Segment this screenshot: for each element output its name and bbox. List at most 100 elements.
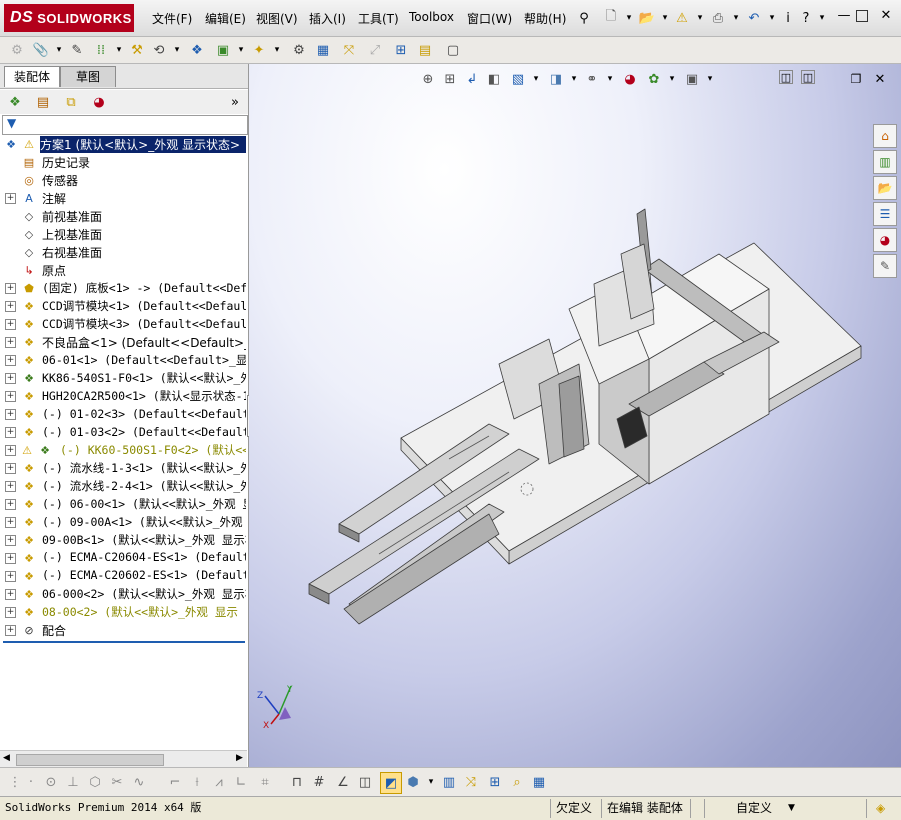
scroll-left-icon[interactable]: ◀	[3, 753, 10, 763]
tree-item[interactable]: + ❖ 不良品盒<1> (Default<<Default>_显示	[0, 333, 248, 351]
expand-node-icon[interactable]: +	[5, 391, 16, 402]
feature-manager-icon[interactable]: ❖	[6, 93, 24, 111]
tree-item[interactable]: + ❖ (-) 09-00A<1> (默认<<默认>_外观 显	[0, 513, 248, 531]
expand-node-icon[interactable]: +	[5, 553, 16, 564]
dropdown-arrow-icon[interactable]: ▾	[726, 8, 746, 28]
snapshot-icon[interactable]: ▢	[444, 41, 462, 59]
clip-icon[interactable]: ✎	[68, 41, 86, 59]
point-icon[interactable]: ·	[22, 773, 40, 791]
view-cube-icon[interactable]: ⬢	[404, 773, 422, 791]
select-icon[interactable]: i	[778, 8, 798, 28]
dropdown-arrow-icon[interactable]: ▾	[690, 8, 710, 28]
open-folder-icon[interactable]: 📂	[637, 8, 657, 28]
menu-edit[interactable]: 编辑(E)	[205, 10, 246, 27]
tree-filter-field[interactable]: ▼	[2, 115, 248, 135]
expand-node-icon[interactable]: +	[5, 589, 16, 600]
tree-item[interactable]: + ❖ (-) 01-02<3> (Default<<Default>_显	[0, 405, 248, 423]
tree-item[interactable]: + ⚠ ❖ (-) KK60-500S1-F0<2> (默认<<默认	[0, 441, 248, 459]
angle-icon[interactable]: ∠	[334, 773, 352, 791]
menu-window[interactable]: 窗口(W)	[467, 10, 512, 27]
close-icon[interactable]: ✕	[878, 8, 894, 24]
tab-assembly[interactable]: 装配体	[4, 66, 60, 87]
graphics-area[interactable]: ⊕ ⊞ ↲ ◧ ▧ ▾ ◨ ▾ ⚭ ▾ ◕ ✿ ▾ ▣ ▾ ◫ ◫ ❐ ✕ ⌂ …	[249, 64, 901, 767]
exploded-view-icon[interactable]: ⤧	[340, 41, 358, 59]
table-icon[interactable]: ▦	[530, 773, 548, 791]
expand-node-icon[interactable]: +	[5, 625, 16, 636]
tree-item[interactable]: ▤ 历史记录	[0, 153, 248, 171]
expand-node-icon[interactable]: +	[5, 409, 16, 420]
instant3d-icon[interactable]: ▤	[416, 41, 434, 59]
tree-item[interactable]: + ❖ 09-00B<1> (默认<<默认>_外观 显示状	[0, 531, 248, 549]
expand-node-icon[interactable]: +	[5, 535, 16, 546]
menu-help[interactable]: 帮助(H)	[524, 10, 566, 27]
tree-item[interactable]: ↳ 原点	[0, 261, 248, 279]
tree-item[interactable]: + ❖ (-) 06-00<1> (默认<<默认>_外观 显示	[0, 495, 248, 513]
expand-node-icon[interactable]: +	[5, 301, 16, 312]
mirror-icon[interactable]: ⟊	[188, 773, 206, 791]
menu-toolbox[interactable]: Toolbox	[409, 10, 454, 24]
expand-node-icon[interactable]: +	[5, 463, 16, 474]
shaded-cube-icon[interactable]: ◩	[380, 772, 402, 794]
grid-icon[interactable]: #	[310, 773, 328, 791]
reference-geometry-icon[interactable]: ✦	[250, 41, 268, 59]
dropdown-arrow-icon[interactable]: ▾	[812, 8, 832, 28]
expand-node-icon[interactable]: +	[5, 355, 16, 366]
menu-view[interactable]: 视图(V)	[256, 10, 298, 27]
dropdown-arrow-icon[interactable]: ▾	[619, 8, 639, 28]
tree-item[interactable]: ◇ 上视基准面	[0, 225, 248, 243]
dropdown-arrow-icon[interactable]: ▾	[168, 41, 186, 59]
tree-item[interactable]: + ❖ 06-000<2> (默认<<默认>_外观 显示状	[0, 585, 248, 603]
scroll-thumb[interactable]	[16, 754, 164, 766]
new-motion-study-icon[interactable]: ⚙	[290, 41, 308, 59]
move-component-icon[interactable]: ⟲	[150, 41, 168, 59]
expand-node-icon[interactable]: +	[5, 499, 16, 510]
menu-insert[interactable]: 插入(I)	[309, 10, 346, 27]
tree-item[interactable]: + ❖ KK86-540S1-F0<1> (默认<<默认>_外观	[0, 369, 248, 387]
expand-node-icon[interactable]: +	[5, 481, 16, 492]
lookup-icon[interactable]: ⌕	[508, 773, 526, 791]
tree-item[interactable]: + ❖ (-) 流水线-2-4<1> (默认<<默认>_外观	[0, 477, 248, 495]
mate-icon[interactable]: 📎	[32, 41, 50, 59]
show-hidden-icon[interactable]: ❖	[188, 41, 206, 59]
new-document-icon[interactable]: 🗋	[601, 8, 621, 28]
construction-line-icon[interactable]: ⌗	[256, 773, 274, 791]
print-icon[interactable]: ⎙	[708, 8, 728, 28]
expand-node-icon[interactable]: +	[5, 571, 16, 582]
tree-item[interactable]: + ❖ CCD调节模块<3> (Default<<Default>_	[0, 315, 248, 333]
tree-item[interactable]: + ❖ (-) ECMA-C20602-ES<1> (Default<<De	[0, 567, 248, 585]
units-selector[interactable]: 自定义	[736, 800, 772, 816]
tree-item[interactable]: + ❖ 08-00<2> (默认<<默认>_外观 显示	[0, 603, 248, 621]
dropdown-arrow-icon[interactable]: ▾	[232, 41, 250, 59]
sketch-fillet-icon[interactable]: ⌐	[166, 773, 184, 791]
book-icon[interactable]: ▥	[440, 773, 458, 791]
3d-box-icon[interactable]: ◫	[356, 773, 374, 791]
interference-icon[interactable]: ⊞	[392, 41, 410, 59]
tab-sketch[interactable]: 草图	[60, 66, 116, 87]
tag-icon[interactable]: ◈	[876, 800, 885, 816]
tree-item[interactable]: + ❖ HGH20CA2R500<1> (默认<显示状态-1>)	[0, 387, 248, 405]
expand-node-icon[interactable]: +	[5, 427, 16, 438]
assembly-features-icon[interactable]: ▣	[214, 41, 232, 59]
linear-pattern-icon[interactable]: ⁞⁞	[92, 41, 110, 59]
scroll-right-icon[interactable]: ▶	[236, 753, 243, 763]
tree-item[interactable]: + ❖ 06-01<1> (Default<<Default>_显示状	[0, 351, 248, 369]
tree-item[interactable]: + ❖ (-) ECMA-C20604-ES<1> (Default<<De	[0, 549, 248, 567]
display-manager-icon[interactable]: ◕	[90, 93, 108, 111]
expand-node-icon[interactable]: +	[5, 283, 16, 294]
rebuild-warning-icon[interactable]: ⚠	[672, 8, 692, 28]
tree-item[interactable]: ◇ 右视基准面	[0, 243, 248, 261]
tree-item[interactable]: + ❖ (-) 流水线-1-3<1> (默认<<默认>_外观	[0, 459, 248, 477]
dropdown-arrow-icon[interactable]: ▾	[110, 41, 128, 59]
menu-file[interactable]: 文件(F)	[152, 10, 192, 27]
spline-icon[interactable]: ∿	[130, 773, 148, 791]
expand-node-icon[interactable]: +	[5, 337, 16, 348]
units-dropdown-icon[interactable]: ▼	[788, 800, 795, 816]
property-manager-icon[interactable]: ▤	[34, 93, 52, 111]
tree-item[interactable]: + ⬟ (固定) 底板<1> -> (Default<<Default	[0, 279, 248, 297]
motion-icon[interactable]: ⤨	[462, 773, 480, 791]
tree-item[interactable]: + ❖ CCD调节模块<1> (Default<<Default>_	[0, 297, 248, 315]
tree-item[interactable]: + ❖ (-) 01-03<2> (Default<<Default>_显	[0, 423, 248, 441]
smart-fastener-icon[interactable]: ⚒	[128, 41, 146, 59]
tree-item[interactable]: + A 注解	[0, 189, 248, 207]
dropdown-arrow-icon[interactable]: ▾	[268, 41, 286, 59]
